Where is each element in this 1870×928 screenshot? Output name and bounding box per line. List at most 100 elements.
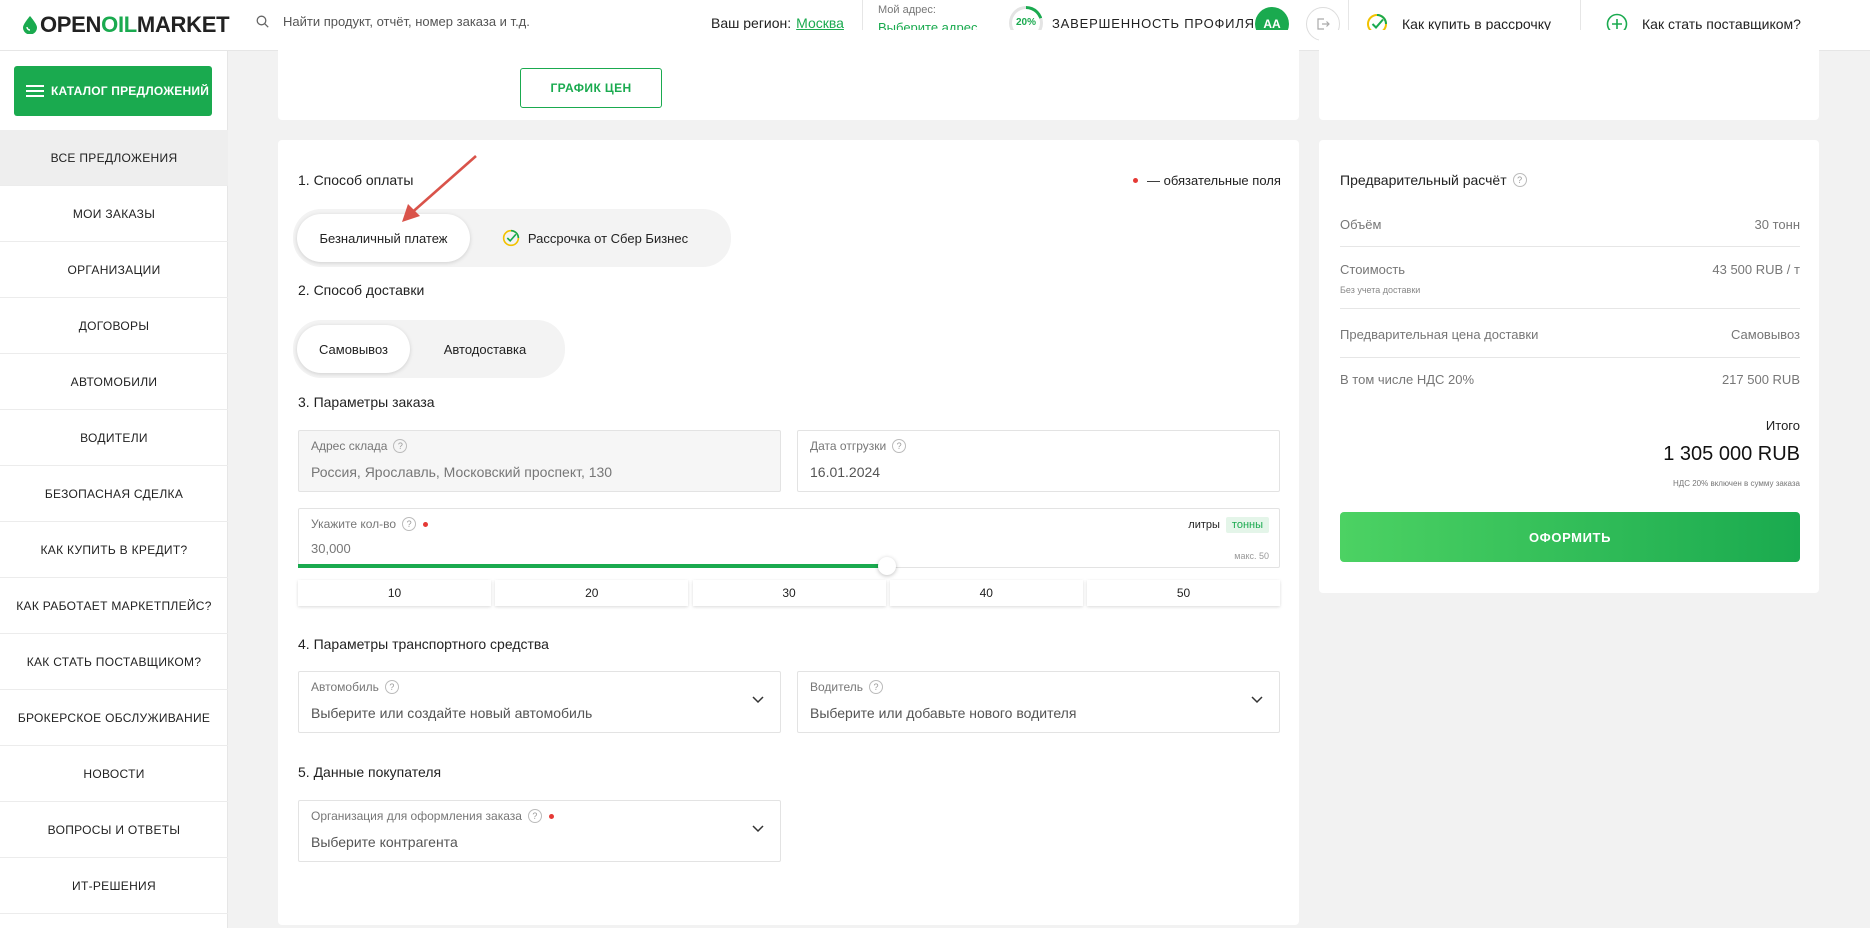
sber-installment-label: Рассрочка от Сбер Бизнес bbox=[527, 230, 689, 246]
delivery-option-pickup[interactable]: Самовывоз bbox=[297, 325, 410, 373]
sidebar-item[interactable]: ДОГОВОРЫ bbox=[0, 298, 228, 354]
chevron-down-icon bbox=[752, 696, 764, 704]
unit-liters[interactable]: литры bbox=[1188, 519, 1220, 531]
summary-card-top bbox=[1319, 30, 1819, 120]
sidebar-item[interactable]: БЕЗОПАСНАЯ СДЕЛКА bbox=[0, 466, 228, 522]
sidebar-item[interactable]: МОИ ЗАКАЗЫ bbox=[0, 186, 228, 242]
driver-select[interactable]: Водитель? Выберите или добавьте нового в… bbox=[797, 671, 1280, 733]
sidebar-item[interactable]: ИТ-РЕШЕНИЯ bbox=[0, 858, 228, 914]
sidebar-item[interactable]: ВСЕ ПРЕДЛОЖЕНИЯ bbox=[0, 130, 228, 186]
shipment-date-label: Дата отгрузки? bbox=[810, 439, 907, 453]
sber-check-icon bbox=[502, 229, 520, 247]
annotation-arrow-icon bbox=[402, 155, 477, 222]
driver-label: Водитель? bbox=[810, 680, 884, 694]
sidebar-item[interactable]: БРОКЕРСКОЕ ОБСЛУЖИВАНИЕ bbox=[0, 690, 228, 746]
price-chart-button[interactable]: ГРАФИК ЦЕН bbox=[520, 68, 662, 108]
organization-select[interactable]: Организация для оформления заказа? Выбер… bbox=[298, 800, 781, 862]
required-fields-note: — обязательные поля bbox=[1133, 173, 1281, 188]
search-input[interactable] bbox=[283, 14, 663, 29]
payment-option-sber-installment[interactable]: Рассрочка от Сбер Бизнес bbox=[470, 214, 720, 262]
help-icon[interactable]: ? bbox=[393, 439, 408, 453]
region-link[interactable]: Москва bbox=[796, 15, 844, 31]
quantity-slider-handle[interactable] bbox=[878, 557, 896, 575]
chevron-down-icon bbox=[1251, 696, 1263, 704]
quantity-presets: 10 20 30 40 50 bbox=[298, 580, 1280, 606]
divider bbox=[1340, 246, 1800, 247]
quantity-slider-fill[interactable] bbox=[298, 564, 887, 568]
divider bbox=[1340, 357, 1800, 358]
warehouse-value: Россия, Ярославль, Московский проспект, … bbox=[311, 464, 613, 480]
quantity-value[interactable]: 30,000 bbox=[311, 541, 351, 556]
submit-order-button[interactable]: ОФОРМИТЬ bbox=[1340, 512, 1800, 562]
sidebar-item[interactable]: ВОПРОСЫ И ОТВЕТЫ bbox=[0, 802, 228, 858]
cost-value: 43 500 RUB / т bbox=[1712, 262, 1800, 277]
cost-label: Стоимость bbox=[1340, 262, 1406, 277]
driver-placeholder: Выберите или добавьте нового водителя bbox=[810, 705, 1077, 721]
delivery-option-autodelivery[interactable]: Автодоставка bbox=[410, 325, 560, 373]
burger-menu-icon bbox=[26, 85, 44, 97]
delivery-method-title: 2. Способ доставки bbox=[298, 282, 425, 298]
payment-method-selector: Безналичный платеж Рассрочка от Сбер Биз… bbox=[293, 209, 731, 267]
quantity-preset-button[interactable]: 30 bbox=[692, 580, 886, 606]
delivery-price-label: Предварительная цена доставки bbox=[1340, 327, 1539, 342]
catalog-button[interactable]: КАТАЛОГ ПРЕДЛОЖЕНИЙ bbox=[14, 66, 212, 116]
search-icon[interactable] bbox=[256, 15, 269, 28]
sidebar-nav: ВСЕ ПРЕДЛОЖЕНИЯ МОИ ЗАКАЗЫ ОРГАНИЗАЦИИ ДОГО… bbox=[0, 130, 228, 914]
quantity-preset-button[interactable]: 40 bbox=[889, 580, 1083, 606]
shipment-date-field[interactable]: Дата отгрузки? 16.01.2024 bbox=[797, 430, 1280, 492]
unit-tons[interactable]: тонны bbox=[1225, 517, 1269, 533]
shipment-date-value[interactable]: 16.01.2024 bbox=[810, 464, 880, 480]
help-icon[interactable]: ? bbox=[869, 680, 884, 694]
volume-label: Объём bbox=[1340, 217, 1382, 232]
quantity-preset-button[interactable]: 20 bbox=[495, 580, 689, 606]
sidebar-item[interactable]: ОРГАНИЗАЦИИ bbox=[0, 242, 228, 298]
vehicle-placeholder: Выберите или создайте новый автомобиль bbox=[311, 705, 593, 721]
sidebar-item[interactable]: КАК СТАТЬ ПОСТАВЩИКОМ? bbox=[0, 634, 228, 690]
required-dot bbox=[423, 521, 429, 527]
quantity-preset-button[interactable]: 50 bbox=[1087, 580, 1280, 606]
summary-vat-row: В том числе НДС 20% 217 500 RUB bbox=[1340, 372, 1800, 387]
payment-method-title: 1. Способ оплаты bbox=[298, 172, 414, 188]
vat-label: В том числе НДС 20% bbox=[1340, 372, 1475, 387]
cost-sub: Без учета доставки bbox=[1340, 285, 1421, 295]
help-icon[interactable]: ? bbox=[402, 517, 417, 531]
help-icon[interactable]: ? bbox=[527, 809, 542, 823]
vehicle-select[interactable]: Автомобиль? Выберите или создайте новый … bbox=[298, 671, 781, 733]
sidebar-item[interactable]: НОВОСТИ bbox=[0, 746, 228, 802]
openoilmarket-logo[interactable]: OPEN OIL MARKET bbox=[23, 12, 230, 38]
vat-value: 217 500 RUB bbox=[1721, 372, 1800, 387]
logout-icon bbox=[1317, 18, 1330, 30]
sidebar-item[interactable]: КАК РАБОТАЕТ МАРКЕТПЛЕЙС? bbox=[0, 578, 228, 634]
summary-title: Предварительный расчёт? bbox=[1340, 172, 1527, 188]
vehicle-params-title: 4. Параметры транспортного средства bbox=[298, 636, 549, 652]
delivery-method-selector: Самовывоз Автодоставка bbox=[293, 320, 565, 378]
warehouse-address-field: Адрес склада? Россия, Ярославль, Московс… bbox=[298, 430, 781, 492]
divider bbox=[1340, 308, 1800, 309]
total-label: Итого bbox=[1765, 418, 1800, 433]
sidebar-item[interactable]: КАК КУПИТЬ В КРЕДИТ? bbox=[0, 522, 228, 578]
organization-label: Организация для оформления заказа? bbox=[311, 809, 554, 823]
summary-cost-row: Стоимость Без учета доставки 43 500 RUB … bbox=[1340, 262, 1800, 295]
sidebar-item[interactable]: АВТОМОБИЛИ bbox=[0, 354, 228, 410]
help-icon[interactable]: ? bbox=[1512, 173, 1527, 187]
region-label: Ваш регион: bbox=[711, 15, 792, 31]
help-icon[interactable]: ? bbox=[384, 680, 399, 694]
quantity-max: макс. 50 bbox=[1234, 551, 1269, 561]
total-value: 1 305 000 RUB bbox=[1663, 443, 1800, 465]
required-fields-text: — обязательные поля bbox=[1147, 173, 1281, 188]
order-params-title: 3. Параметры заказа bbox=[298, 394, 435, 410]
chevron-down-icon bbox=[752, 825, 764, 833]
logo-open-text: OPEN bbox=[40, 12, 102, 37]
summary-volume-row: Объём 30 тонн bbox=[1340, 217, 1800, 232]
oil-drop-icon bbox=[23, 16, 37, 34]
sidebar-item[interactable]: ВОДИТЕЛИ bbox=[0, 410, 228, 466]
volume-value: 30 тонн bbox=[1754, 217, 1800, 232]
required-dot bbox=[548, 813, 554, 819]
vehicle-label: Автомобиль? bbox=[311, 680, 399, 694]
quantity-preset-button[interactable]: 10 bbox=[298, 580, 491, 606]
quantity-field[interactable]: Укажите кол-во? 30,000 литры тонны макс.… bbox=[298, 508, 1280, 568]
required-dot bbox=[1133, 178, 1138, 183]
help-icon[interactable]: ? bbox=[892, 439, 907, 453]
profile-label: ЗАВЕРШЕННОСТЬ ПРОФИЛЯ bbox=[1052, 15, 1255, 31]
organization-placeholder: Выберите контрагента bbox=[311, 834, 458, 850]
